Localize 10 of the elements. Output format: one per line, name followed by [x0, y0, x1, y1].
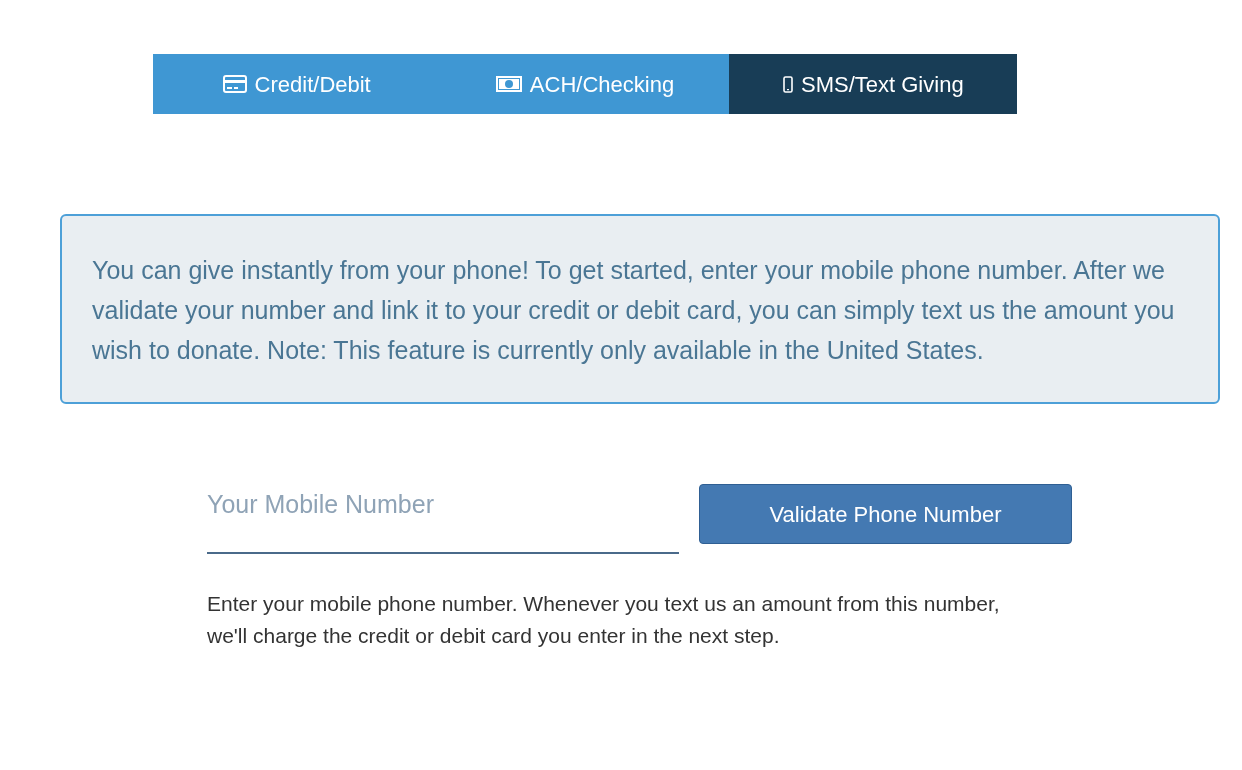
phone-icon [783, 75, 793, 93]
phone-field[interactable]: Your Mobile Number [207, 484, 679, 554]
help-text: Enter your mobile phone number. Whenever you text us an amount from this number, we'll charge the credit or debit card you enter in the next step. [207, 591, 1001, 649]
tab[interactable]: ACH/Checking [440, 54, 730, 114]
validate-phone-button[interactable]: Validate Phone Number [699, 484, 1072, 544]
credit-card-icon [222, 75, 247, 93]
banknote-icon [495, 76, 522, 92]
info-text: You can give instantly from your phone! To get started, enter your mobile phone number. After we validate your number and link it to your credit or debit card, you can simply text us the amount you wish to donate. Note: This feature is currently only available in the United States. [92, 255, 1176, 366]
tab[interactable]: SMS/Text Giving [729, 54, 1018, 114]
tab[interactable]: Credit/Debit [152, 54, 441, 114]
